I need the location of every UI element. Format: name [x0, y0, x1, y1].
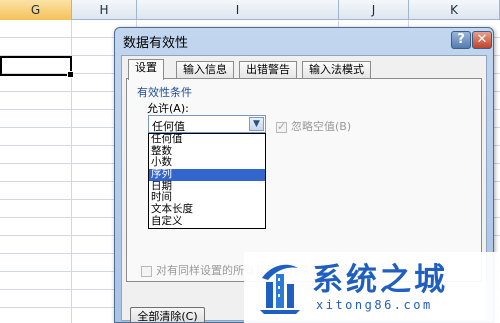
column-header-h[interactable]: H	[72, 0, 137, 20]
watermark-title: 系统之城	[312, 262, 448, 298]
chevron-down-icon[interactable]: ▼	[249, 117, 264, 131]
help-button[interactable]: ?	[451, 31, 471, 49]
allow-dropdown-list: 任何值 整数 小数 序列 日期 时间 文本长度 自定义	[148, 133, 266, 229]
close-button[interactable]: ✕	[472, 31, 492, 49]
allow-select-value: 任何值	[152, 120, 185, 133]
column-header-j[interactable]: J	[339, 0, 409, 20]
column-header-g[interactable]: G	[0, 0, 72, 20]
option-any-value[interactable]: 任何值	[149, 133, 265, 146]
column-header-row: G H I J K	[0, 0, 500, 20]
ignore-blank-label: 忽略空值(B)	[291, 120, 352, 133]
ignore-blank-checkbox[interactable]	[276, 120, 287, 133]
tab-input-message[interactable]: 输入信息	[176, 61, 234, 79]
option-custom[interactable]: 自定义	[149, 215, 265, 228]
allow-label: 允许(A):	[147, 102, 189, 115]
tab-ime-mode[interactable]: 输入法模式	[302, 61, 371, 79]
ignore-blank-option[interactable]: 忽略空值(B)	[276, 118, 351, 134]
tab-error-alert[interactable]: 出错警告	[239, 61, 297, 79]
dialog-titlebar[interactable]: 数据有效性 ? ✕	[115, 28, 493, 52]
city-logo-icon	[260, 264, 300, 314]
tab-settings[interactable]: 设置	[128, 59, 164, 80]
allow-select[interactable]: 任何值 ▼	[148, 115, 266, 133]
validation-criteria-label: 有效性条件	[137, 86, 192, 99]
dialog-title: 数据有效性	[123, 36, 189, 51]
clear-all-button[interactable]: 全部清除(C)	[130, 307, 205, 322]
watermark: 系统之城 xitong86.com	[244, 252, 500, 323]
watermark-url: xitong86.com	[316, 298, 433, 312]
column-header-i[interactable]: I	[137, 0, 339, 20]
active-cell[interactable]	[0, 56, 74, 78]
column-header-k[interactable]: K	[409, 0, 500, 20]
option-list[interactable]: 序列	[149, 168, 265, 181]
apply-all-checkbox[interactable]	[141, 265, 152, 277]
